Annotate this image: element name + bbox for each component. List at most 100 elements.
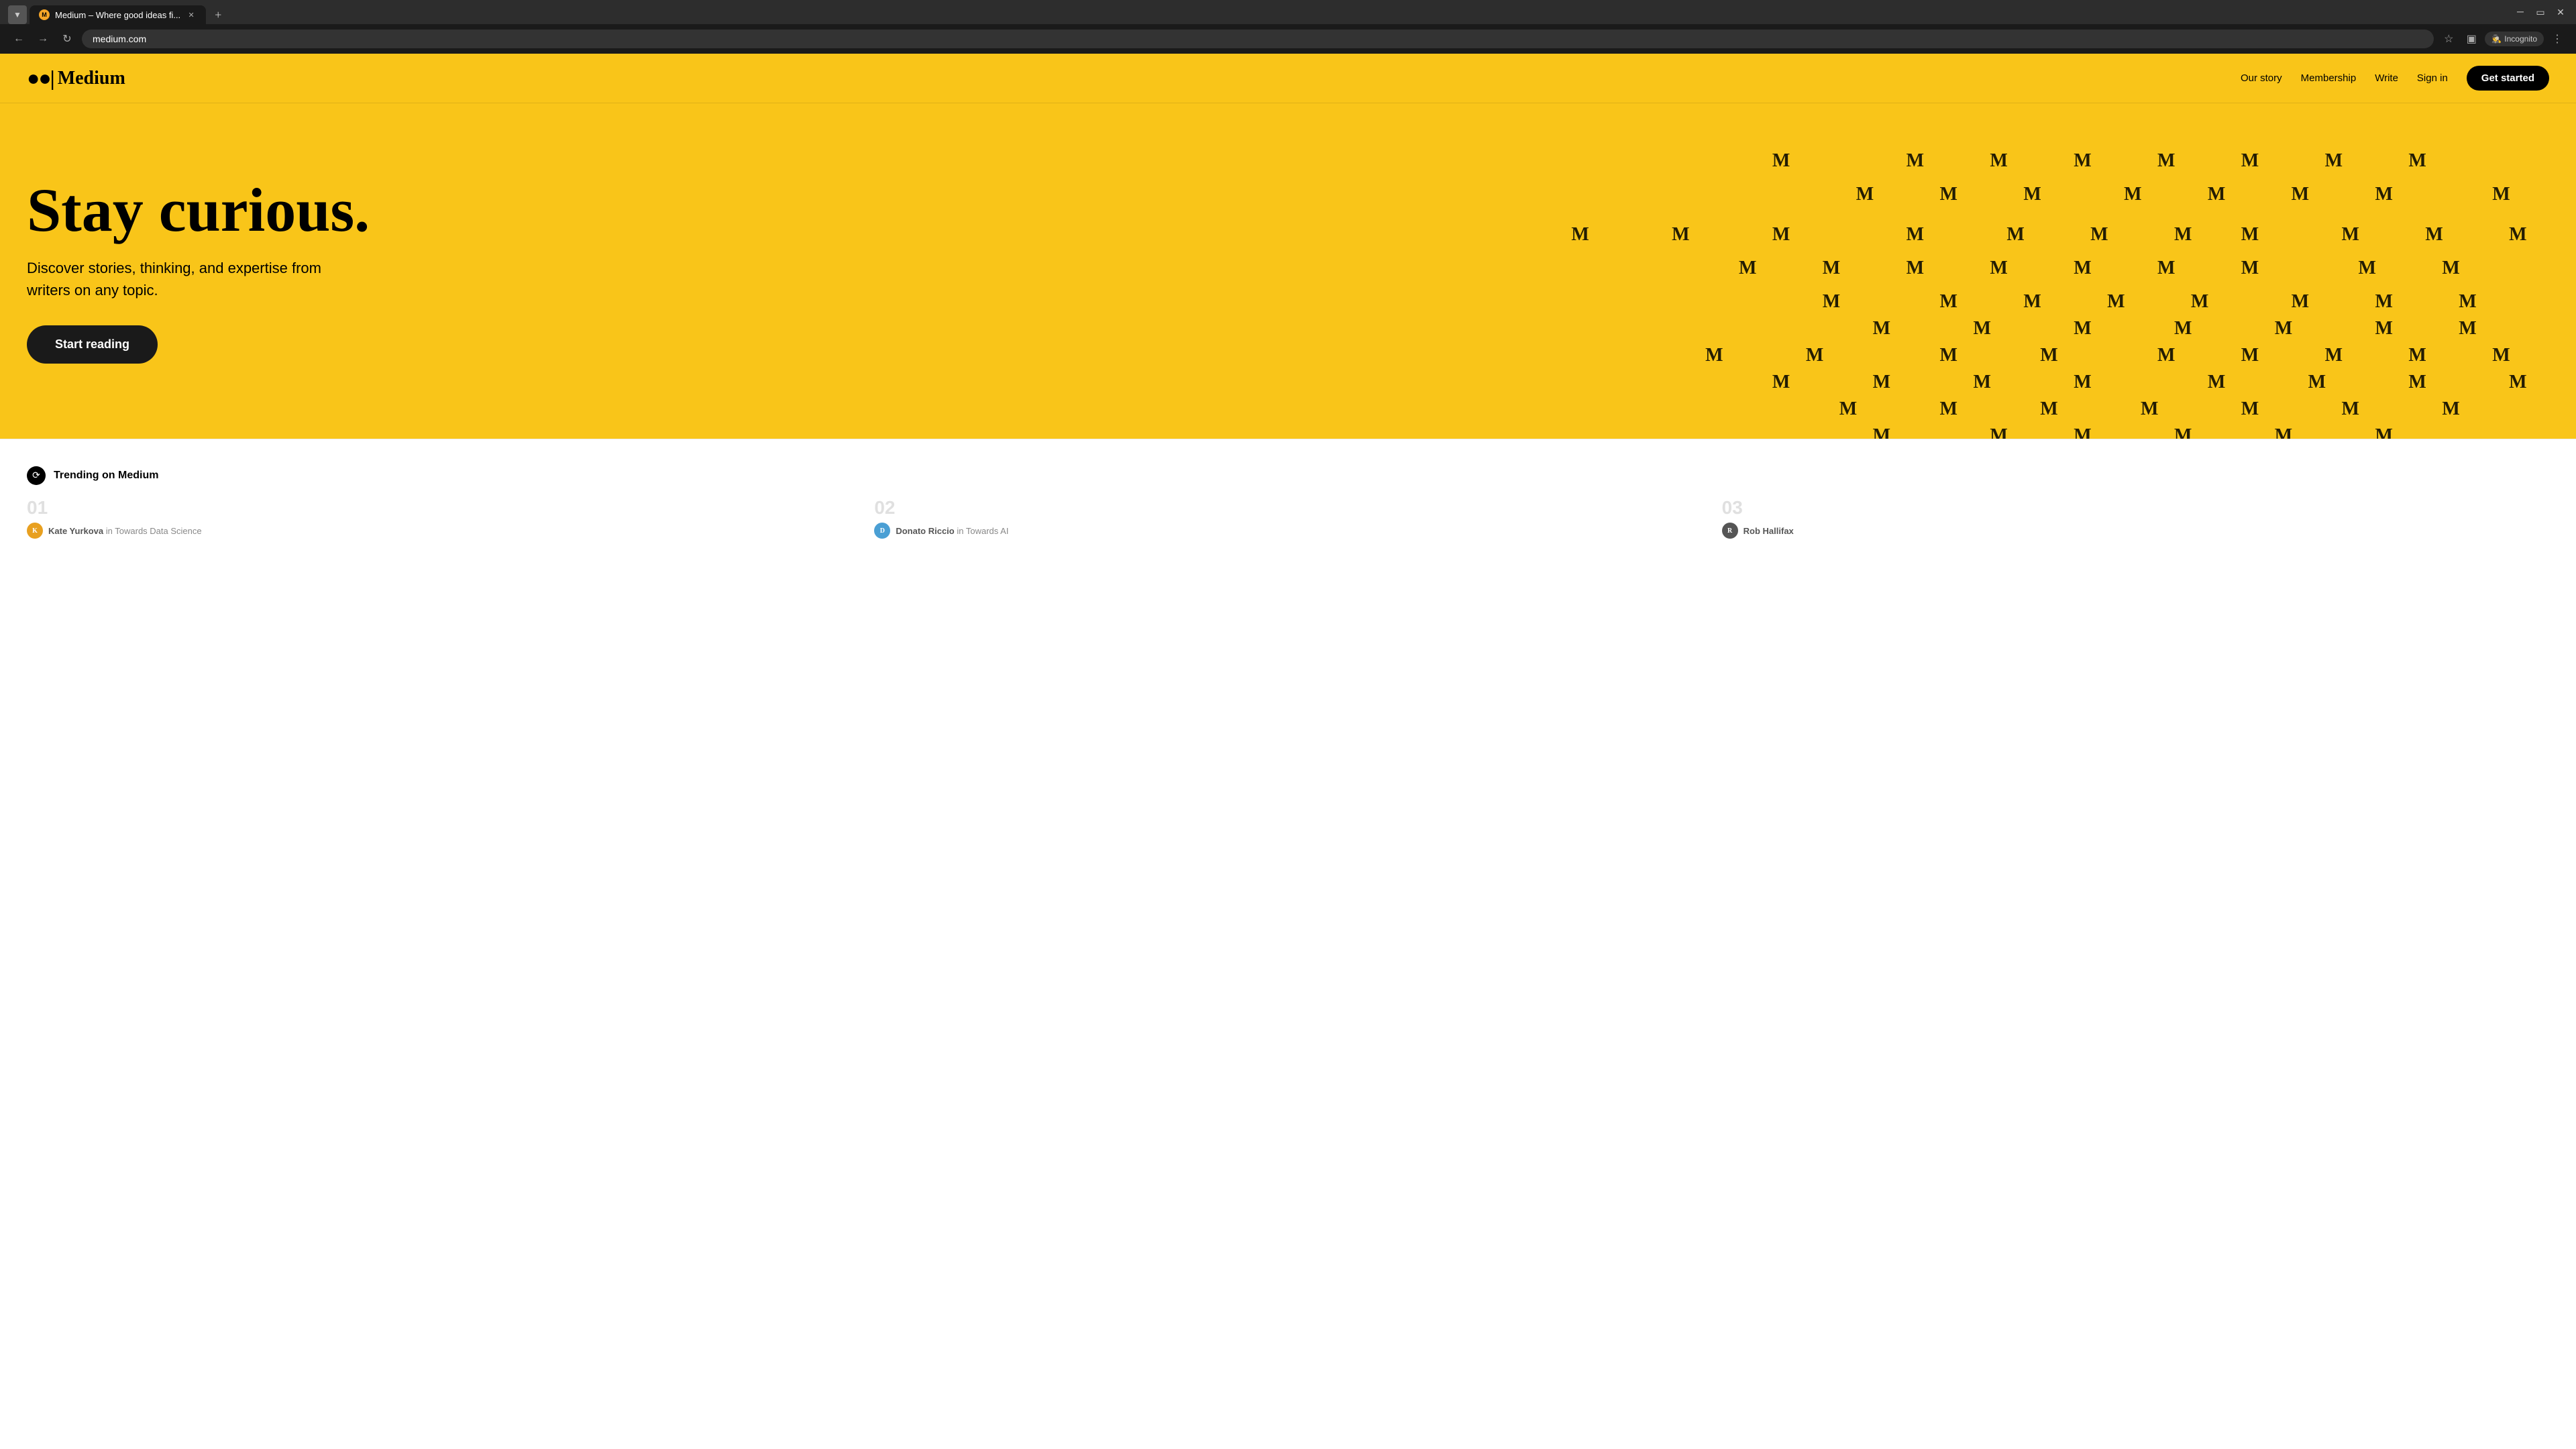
m-letter: M bbox=[1907, 224, 1924, 246]
m-letter: M bbox=[2074, 425, 2091, 439]
write-link[interactable]: Write bbox=[2375, 72, 2398, 84]
m-letter: M bbox=[2292, 184, 2309, 205]
trending-item[interactable]: 02 D Donato Riccio in Towards AI bbox=[874, 498, 1701, 539]
trending-number: 03 bbox=[1722, 498, 2549, 517]
tab-close-button[interactable]: ✕ bbox=[186, 9, 197, 20]
hero-section: Stay curious. Discover stories, thinking… bbox=[0, 103, 2576, 439]
m-letter: M bbox=[2241, 150, 2259, 172]
url-input[interactable] bbox=[82, 30, 2434, 48]
m-letter: M bbox=[1823, 291, 1840, 313]
m-letter: M bbox=[1806, 345, 1823, 366]
header-nav: Our story Membership Write Sign in Get s… bbox=[2241, 66, 2549, 91]
m-pattern-decoration: MMMMMMMMMMMMMMMMMMMMMMMMMMMMMMMMMMMMMMMM… bbox=[902, 103, 2576, 439]
tab-favicon: M bbox=[39, 9, 50, 20]
trending-section: ⟳ Trending on Medium 01 K Kate Yurkova i… bbox=[0, 439, 2576, 559]
m-letter: M bbox=[2241, 224, 2259, 246]
hero-content: Stay curious. Discover stories, thinking… bbox=[27, 179, 370, 364]
m-letter: M bbox=[2090, 224, 2108, 246]
author-avatar: K bbox=[27, 523, 43, 539]
trending-number: 02 bbox=[874, 498, 1701, 517]
trending-author: D Donato Riccio in Towards AI bbox=[874, 523, 1701, 539]
split-view-icon[interactable]: ▣ bbox=[2462, 30, 2481, 48]
m-letter: M bbox=[2308, 372, 2326, 393]
m-letter: M bbox=[2074, 258, 2091, 279]
tab-title: Medium – Where good ideas fi... bbox=[55, 10, 180, 20]
m-letter: M bbox=[1990, 425, 2007, 439]
new-tab-button[interactable]: + bbox=[209, 5, 227, 24]
our-story-link[interactable]: Our story bbox=[2241, 72, 2282, 84]
tab-switcher[interactable]: ▼ bbox=[8, 5, 27, 24]
trending-item[interactable]: 03 R Rob Hallifax bbox=[1722, 498, 2549, 539]
m-letter: M bbox=[2442, 398, 2459, 420]
m-letter: M bbox=[2442, 258, 2459, 279]
m-letter: M bbox=[2208, 184, 2225, 205]
m-letter: M bbox=[2040, 345, 2057, 366]
m-letter: M bbox=[1873, 318, 1890, 339]
m-letter: M bbox=[1990, 258, 2007, 279]
author-name: Rob Hallifax bbox=[1743, 526, 1794, 536]
m-letter: M bbox=[2325, 150, 2343, 172]
trending-item[interactable]: 01 K Kate Yurkova in Towards Data Scienc… bbox=[27, 498, 854, 539]
incognito-badge: 🕵 Incognito bbox=[2485, 32, 2544, 46]
m-letter: M bbox=[2141, 398, 2158, 420]
author-name: Kate Yurkova in Towards Data Science bbox=[48, 526, 202, 536]
m-letter: M bbox=[2375, 425, 2392, 439]
m-letter: M bbox=[2408, 345, 2426, 366]
m-letter: M bbox=[1672, 224, 1689, 246]
m-letter: M bbox=[2191, 291, 2208, 313]
get-started-button[interactable]: Get started bbox=[2467, 66, 2549, 91]
trending-icon: ⟳ bbox=[27, 466, 46, 485]
m-letter: M bbox=[2375, 318, 2392, 339]
medium-logo[interactable]: ●●| Medium bbox=[27, 66, 125, 91]
m-letter: M bbox=[2241, 345, 2259, 366]
m-letter: M bbox=[2157, 150, 2175, 172]
m-letter: M bbox=[1973, 372, 1990, 393]
reload-button[interactable]: ↻ bbox=[58, 30, 76, 48]
membership-link[interactable]: Membership bbox=[2301, 72, 2357, 84]
m-letter: M bbox=[2174, 318, 2192, 339]
m-letter: M bbox=[2074, 372, 2091, 393]
m-letter: M bbox=[2074, 318, 2091, 339]
m-letter: M bbox=[1973, 318, 1990, 339]
forward-button[interactable]: → bbox=[34, 30, 52, 48]
m-letter: M bbox=[2509, 224, 2526, 246]
author-publication: in Towards AI bbox=[957, 526, 1008, 536]
active-tab[interactable]: M Medium – Where good ideas fi... ✕ bbox=[30, 5, 206, 24]
sign-in-link[interactable]: Sign in bbox=[2417, 72, 2448, 84]
m-letter: M bbox=[2459, 291, 2476, 313]
m-letter: M bbox=[1772, 150, 1790, 172]
m-letter: M bbox=[1571, 224, 1589, 246]
m-letter: M bbox=[2157, 345, 2175, 366]
m-letter: M bbox=[1772, 224, 1790, 246]
maximize-button[interactable]: ▭ bbox=[2533, 5, 2548, 20]
m-pattern-inner: MMMMMMMMMMMMMMMMMMMMMMMMMMMMMMMMMMMMMMMM… bbox=[902, 103, 2576, 439]
m-letter: M bbox=[2375, 291, 2392, 313]
tab-bar: ▼ M Medium – Where good ideas fi... ✕ + … bbox=[0, 0, 2576, 24]
minimize-button[interactable]: ─ bbox=[2513, 5, 2528, 20]
trending-title: Trending on Medium bbox=[54, 470, 158, 482]
trending-items: 01 K Kate Yurkova in Towards Data Scienc… bbox=[27, 498, 2549, 539]
m-letter: M bbox=[1990, 150, 2007, 172]
trending-header: ⟳ Trending on Medium bbox=[27, 466, 2549, 485]
start-reading-button[interactable]: Start reading bbox=[27, 325, 158, 364]
m-letter: M bbox=[1873, 425, 1890, 439]
menu-button[interactable]: ⋮ bbox=[2548, 30, 2567, 48]
m-letter: M bbox=[1873, 372, 1890, 393]
author-avatar: R bbox=[1722, 523, 1738, 539]
back-button[interactable]: ← bbox=[9, 30, 28, 48]
m-letter: M bbox=[1940, 398, 1957, 420]
m-letter: M bbox=[2408, 150, 2426, 172]
bookmark-icon[interactable]: ☆ bbox=[2439, 30, 2458, 48]
close-window-button[interactable]: ✕ bbox=[2553, 5, 2568, 20]
m-letter: M bbox=[2241, 258, 2259, 279]
address-actions: ☆ ▣ 🕵 Incognito ⋮ bbox=[2439, 30, 2567, 48]
m-letter: M bbox=[2157, 258, 2175, 279]
m-letter: M bbox=[1739, 258, 1756, 279]
m-letter: M bbox=[2174, 224, 2192, 246]
m-letter: M bbox=[2275, 318, 2292, 339]
logo-icon: ●●| bbox=[27, 66, 54, 91]
m-letter: M bbox=[2074, 150, 2091, 172]
m-letter: M bbox=[1823, 258, 1840, 279]
m-letter: M bbox=[1839, 398, 1857, 420]
site-header: ●●| Medium Our story Membership Write Si… bbox=[0, 54, 2576, 103]
